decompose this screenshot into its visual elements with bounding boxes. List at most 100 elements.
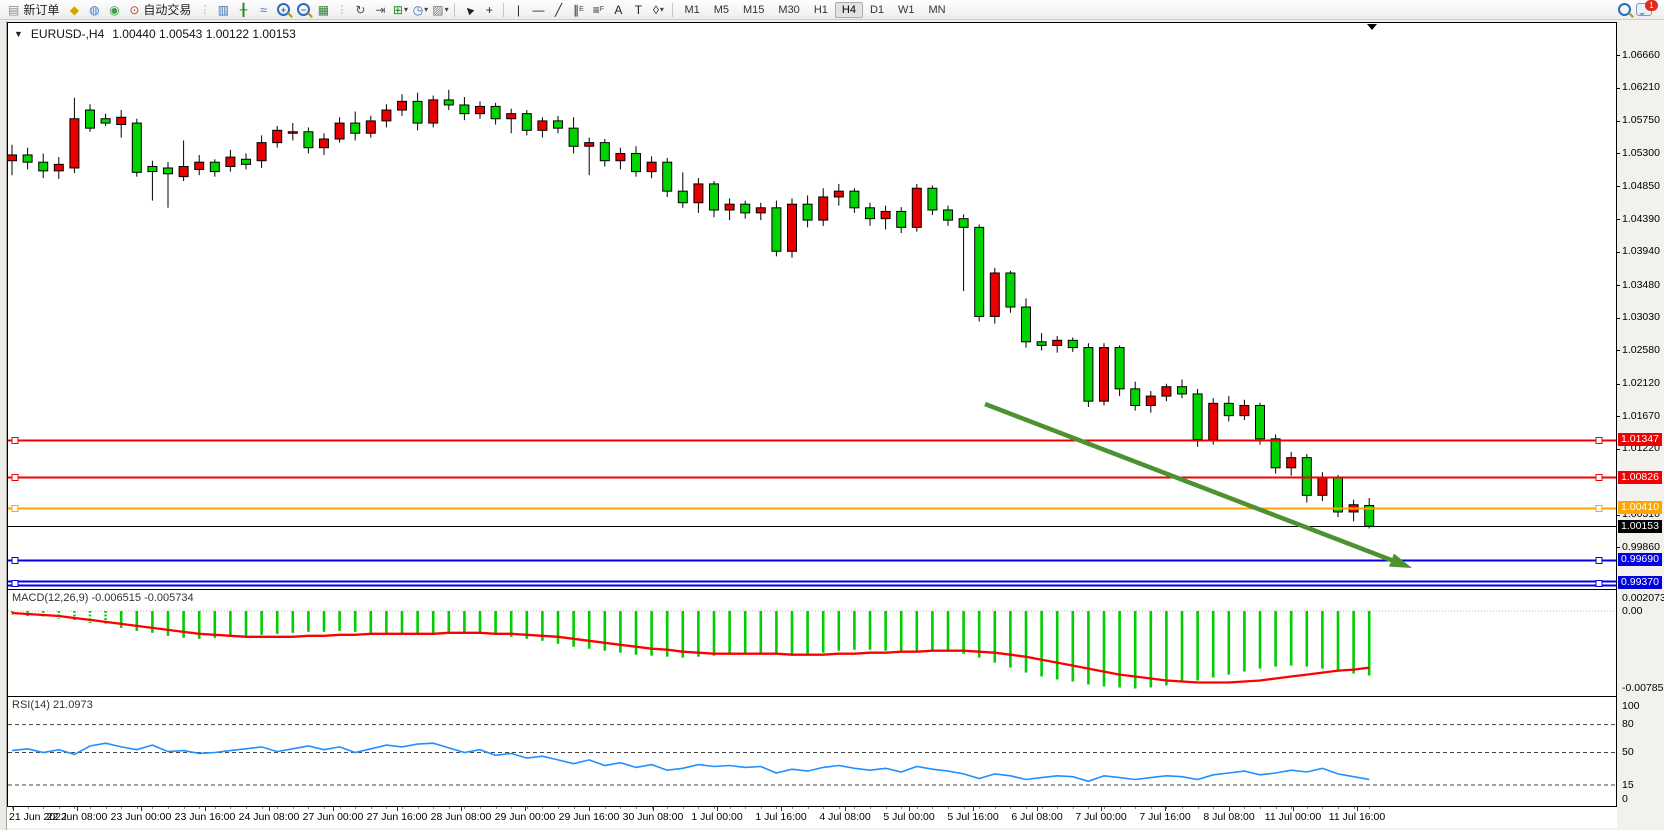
line-handle[interactable]	[12, 581, 18, 587]
candle-body[interactable]	[803, 204, 812, 220]
candle-body[interactable]	[1318, 478, 1327, 495]
community-icon[interactable]: ◍	[85, 2, 103, 18]
candle-body[interactable]	[444, 100, 453, 105]
candle-body[interactable]	[522, 114, 531, 131]
line-handle[interactable]	[1596, 506, 1602, 512]
candle-body[interactable]	[725, 204, 734, 210]
line-handle[interactable]	[12, 438, 18, 444]
candle-body[interactable]	[101, 119, 110, 123]
macd-pane-canvas[interactable]	[8, 590, 1616, 696]
line-handle[interactable]	[1596, 581, 1602, 587]
candle-body[interactable]	[398, 101, 407, 110]
timeframe-m30[interactable]: M30	[771, 2, 806, 18]
line-handle[interactable]	[12, 506, 18, 512]
candle-body[interactable]	[320, 139, 329, 148]
template-icon[interactable]: ▨▾	[431, 2, 449, 18]
candle-body[interactable]	[257, 143, 266, 161]
candle-body[interactable]	[226, 157, 235, 166]
candle-body[interactable]	[632, 153, 641, 171]
candle-body[interactable]	[1162, 387, 1171, 396]
chat-icon[interactable]: 1	[1635, 2, 1653, 18]
candle-body[interactable]	[772, 208, 781, 251]
candle-body[interactable]	[912, 188, 921, 227]
candle-body[interactable]	[1334, 478, 1343, 512]
add-indicator-icon[interactable]: ⊞▾	[391, 2, 409, 18]
candle-body[interactable]	[1115, 348, 1124, 389]
timeframe-m15[interactable]: M15	[736, 2, 771, 18]
timeframe-m5[interactable]: M5	[707, 2, 736, 18]
auto-scroll-icon[interactable]: ↻	[351, 2, 369, 18]
chart-window[interactable]: ▼ EURUSD-,H4 1.00440 1.00543 1.00122 1.0…	[7, 22, 1617, 807]
candle-body[interactable]	[117, 117, 126, 124]
candle-body[interactable]	[647, 162, 656, 171]
candle-body[interactable]	[288, 132, 297, 134]
candle-body[interactable]	[554, 121, 563, 128]
candle-body[interactable]	[585, 143, 594, 147]
timeframe-mn[interactable]: MN	[922, 2, 953, 18]
candle-body[interactable]	[866, 208, 875, 219]
candle-body[interactable]	[491, 106, 500, 118]
line-handle[interactable]	[12, 475, 18, 481]
period-icon[interactable]: ◷▾	[411, 2, 429, 18]
tile-windows-icon[interactable]: ▦	[314, 2, 332, 18]
candle-body[interactable]	[741, 204, 750, 213]
zoom-out-icon[interactable]: −	[294, 2, 312, 18]
candle-body[interactable]	[756, 208, 765, 213]
candle-body[interactable]	[694, 184, 703, 203]
candle-body[interactable]	[1287, 458, 1296, 468]
candle-body[interactable]	[1068, 340, 1077, 347]
line-handle[interactable]	[1596, 475, 1602, 481]
candle-body[interactable]	[819, 197, 828, 220]
candle-body[interactable]	[616, 153, 625, 160]
candle-body[interactable]	[663, 162, 672, 191]
timeframe-w1[interactable]: W1	[891, 2, 922, 18]
signals-icon[interactable]: ◉	[105, 2, 123, 18]
candle-body[interactable]	[179, 167, 188, 177]
candle-body[interactable]	[148, 167, 157, 172]
trend-arrow-line[interactable]	[985, 404, 1391, 560]
candle-body[interactable]	[54, 164, 63, 171]
cursor-icon[interactable]: ▲	[460, 2, 478, 18]
candle-body[interactable]	[23, 155, 32, 162]
candle-body[interactable]	[569, 128, 578, 146]
main-chart-canvas[interactable]	[8, 23, 1616, 589]
candle-body[interactable]	[8, 155, 17, 161]
candle-body[interactable]	[1037, 342, 1046, 346]
market-icon[interactable]: ◆	[65, 2, 83, 18]
candle-body[interactable]	[1240, 406, 1249, 416]
candle-body[interactable]	[164, 168, 173, 174]
candle-body[interactable]	[366, 121, 375, 133]
timeframe-h4[interactable]: H4	[835, 2, 863, 18]
toolbar-grip[interactable]: ⋮	[336, 3, 347, 16]
zoom-in-icon[interactable]: +	[274, 2, 292, 18]
channel-icon[interactable]: ∥E	[569, 2, 587, 18]
candle-body[interactable]	[1302, 458, 1311, 496]
bar-chart-icon[interactable]: ▥	[214, 2, 232, 18]
timeframe-m1[interactable]: M1	[677, 2, 706, 18]
label-icon[interactable]: T	[629, 2, 647, 18]
candle-body[interactable]	[1146, 396, 1155, 405]
candle-body[interactable]	[351, 123, 360, 133]
candle-body[interactable]	[1100, 348, 1109, 402]
new-order-button[interactable]: ▤新订单	[3, 1, 64, 19]
candle-body[interactable]	[382, 110, 391, 121]
text-icon[interactable]: A	[609, 2, 627, 18]
candle-body[interactable]	[850, 191, 859, 208]
candle-chart-icon[interactable]: ╂	[234, 2, 252, 18]
candle-body[interactable]	[1256, 406, 1265, 439]
candle-body[interactable]	[195, 162, 204, 169]
candle-body[interactable]	[86, 110, 95, 128]
candle-body[interactable]	[1271, 439, 1280, 468]
candle-body[interactable]	[429, 100, 438, 123]
hline-icon[interactable]: —	[529, 2, 547, 18]
candle-body[interactable]	[39, 162, 48, 171]
candle-body[interactable]	[1053, 340, 1062, 345]
candle-body[interactable]	[242, 159, 251, 164]
candle-body[interactable]	[959, 219, 968, 228]
search-icon[interactable]	[1615, 2, 1633, 18]
candle-body[interactable]	[1131, 389, 1140, 406]
timeframe-h1[interactable]: H1	[807, 2, 835, 18]
line-handle[interactable]	[1596, 558, 1602, 564]
candle-body[interactable]	[600, 143, 609, 161]
candle-body[interactable]	[928, 188, 937, 210]
